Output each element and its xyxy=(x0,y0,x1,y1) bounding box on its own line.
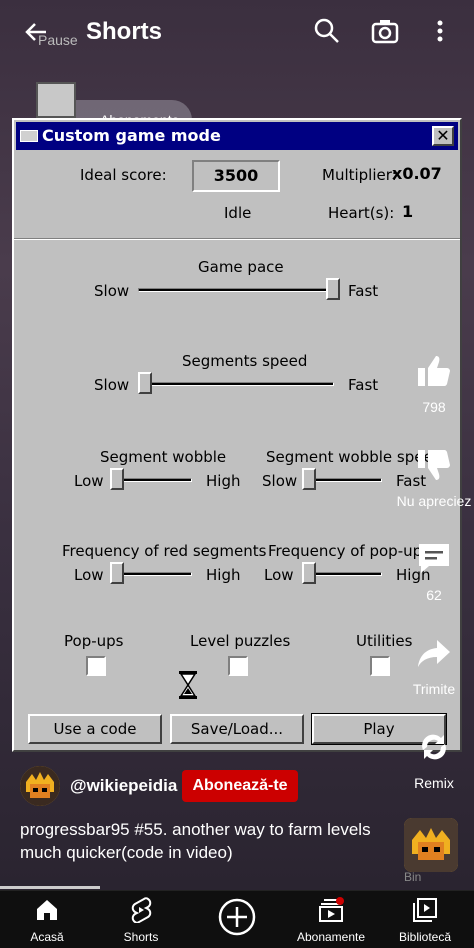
comment-icon xyxy=(419,544,449,573)
remix-label: Remix xyxy=(414,775,454,791)
dislike-button[interactable]: Nu apreciez xyxy=(394,446,474,509)
segments-speed-track[interactable] xyxy=(138,382,334,386)
nav-home-label: Acasă xyxy=(30,930,64,944)
nav-library-label: Bibliotecă xyxy=(398,930,452,944)
use-code-button[interactable]: Use a code xyxy=(28,714,162,744)
nav-home[interactable]: Acasă xyxy=(0,897,94,944)
popups-checkbox[interactable] xyxy=(86,656,106,676)
save-load-button[interactable]: Save/Load... xyxy=(170,714,304,744)
nav-subscriptions[interactable]: Abonamente xyxy=(284,897,378,944)
like-button[interactable]: 798 xyxy=(394,352,474,415)
thumbs-down-icon xyxy=(418,450,450,480)
subscriptions-icon xyxy=(319,897,344,922)
hourglass-icon xyxy=(179,671,197,699)
segments-speed-label: Segments speed xyxy=(182,352,308,370)
game-state: Idle xyxy=(224,204,252,222)
channel-avatar[interactable] xyxy=(20,766,60,806)
utilities-checkbox[interactable] xyxy=(370,656,390,676)
remix-icon xyxy=(422,734,446,760)
remix-source-thumbnail[interactable] xyxy=(404,818,458,872)
game-pace-max: Fast xyxy=(348,282,379,300)
segments-speed-max: Fast xyxy=(348,376,379,394)
red-segments-max: High xyxy=(206,566,241,584)
hearts-value: 1 xyxy=(402,202,414,221)
game-pace-slider-thumb[interactable] xyxy=(326,278,340,300)
comments-button[interactable]: 62 xyxy=(394,540,474,603)
subscribe-button[interactable]: Abonează-te xyxy=(182,770,298,802)
channel-name[interactable]: @wikiepeidia xyxy=(70,776,177,796)
search-icon[interactable] xyxy=(312,16,342,46)
nav-shorts-label: Shorts xyxy=(123,930,159,944)
red-segments-frequency-label: Frequency of red segments xyxy=(62,542,267,560)
more-vert-icon[interactable] xyxy=(430,16,450,46)
dislike-label: Nu apreciez xyxy=(396,493,472,509)
popups-frequency-min: Low xyxy=(264,566,294,584)
segment-wobble-speed-slider-thumb[interactable] xyxy=(302,468,316,490)
home-icon xyxy=(37,900,57,920)
like-count: 798 xyxy=(422,399,446,415)
desktop-icon xyxy=(36,82,76,118)
game-pace-track[interactable] xyxy=(138,288,340,292)
segment-wobble-label: Segment wobble xyxy=(100,448,227,466)
bottom-navigation: Acasă Shorts Abonamente Bibliotecă xyxy=(0,890,474,948)
window-app-icon xyxy=(20,130,38,142)
segment-wobble-max: High xyxy=(206,472,241,490)
popups-checkbox-label: Pop-ups xyxy=(64,632,124,650)
pause-overlay-text: Pause xyxy=(38,32,78,48)
window-title: Custom game mode xyxy=(42,126,221,145)
divider xyxy=(14,238,460,240)
segment-wobble-slider-thumb[interactable] xyxy=(110,468,124,490)
share-icon xyxy=(418,640,450,667)
close-button[interactable]: ✕ xyxy=(432,126,454,146)
window-titlebar[interactable]: Custom game mode ✕ xyxy=(16,122,458,150)
nav-library[interactable]: Bibliotecă xyxy=(378,897,472,944)
multiplier-value: x0.07 xyxy=(392,164,442,183)
top-bar: Pause Shorts xyxy=(0,0,474,66)
level-puzzles-checkbox-label: Level puzzles xyxy=(190,632,291,650)
nav-shorts[interactable]: Shorts xyxy=(94,897,188,944)
level-puzzles-checkbox[interactable] xyxy=(228,656,248,676)
library-icon xyxy=(413,898,437,922)
red-segments-min: Low xyxy=(74,566,104,584)
page-title: Shorts xyxy=(86,18,163,45)
avatar-image xyxy=(20,766,60,806)
bin-label: Bin xyxy=(404,870,422,884)
game-pace-min: Slow xyxy=(94,282,130,300)
multiplier-label: Multiplier: xyxy=(322,166,397,184)
remix-button[interactable]: Remix xyxy=(394,728,474,791)
share-button[interactable]: Trimite xyxy=(394,634,474,697)
camera-icon[interactable] xyxy=(370,16,400,46)
video-description[interactable]: progressbar95 #55. another way to farm l… xyxy=(20,818,380,864)
shorts-icon xyxy=(131,897,152,924)
segments-speed-min: Slow xyxy=(94,376,130,394)
share-label: Trimite xyxy=(412,681,456,697)
red-segments-slider-thumb[interactable] xyxy=(110,562,124,584)
nav-create[interactable] xyxy=(190,897,284,940)
segment-wobble-min: Low xyxy=(74,472,104,490)
remix-thumbnail-image xyxy=(404,818,458,872)
hearts-label: Heart(s): xyxy=(328,204,395,222)
nav-subscriptions-label: Abonamente xyxy=(296,930,366,944)
thumbs-up-icon xyxy=(418,356,450,386)
ideal-score-label: Ideal score: xyxy=(80,166,167,184)
game-pace-label: Game pace xyxy=(198,258,284,276)
segments-speed-slider-thumb[interactable] xyxy=(138,372,152,394)
popups-frequency-slider-thumb[interactable] xyxy=(302,562,316,584)
comments-count: 62 xyxy=(426,587,442,603)
segment-wobble-speed-min: Slow xyxy=(262,472,298,490)
ideal-score-value: 3500 xyxy=(192,160,280,192)
video-progress-bar[interactable] xyxy=(0,886,100,889)
create-icon xyxy=(218,898,256,936)
